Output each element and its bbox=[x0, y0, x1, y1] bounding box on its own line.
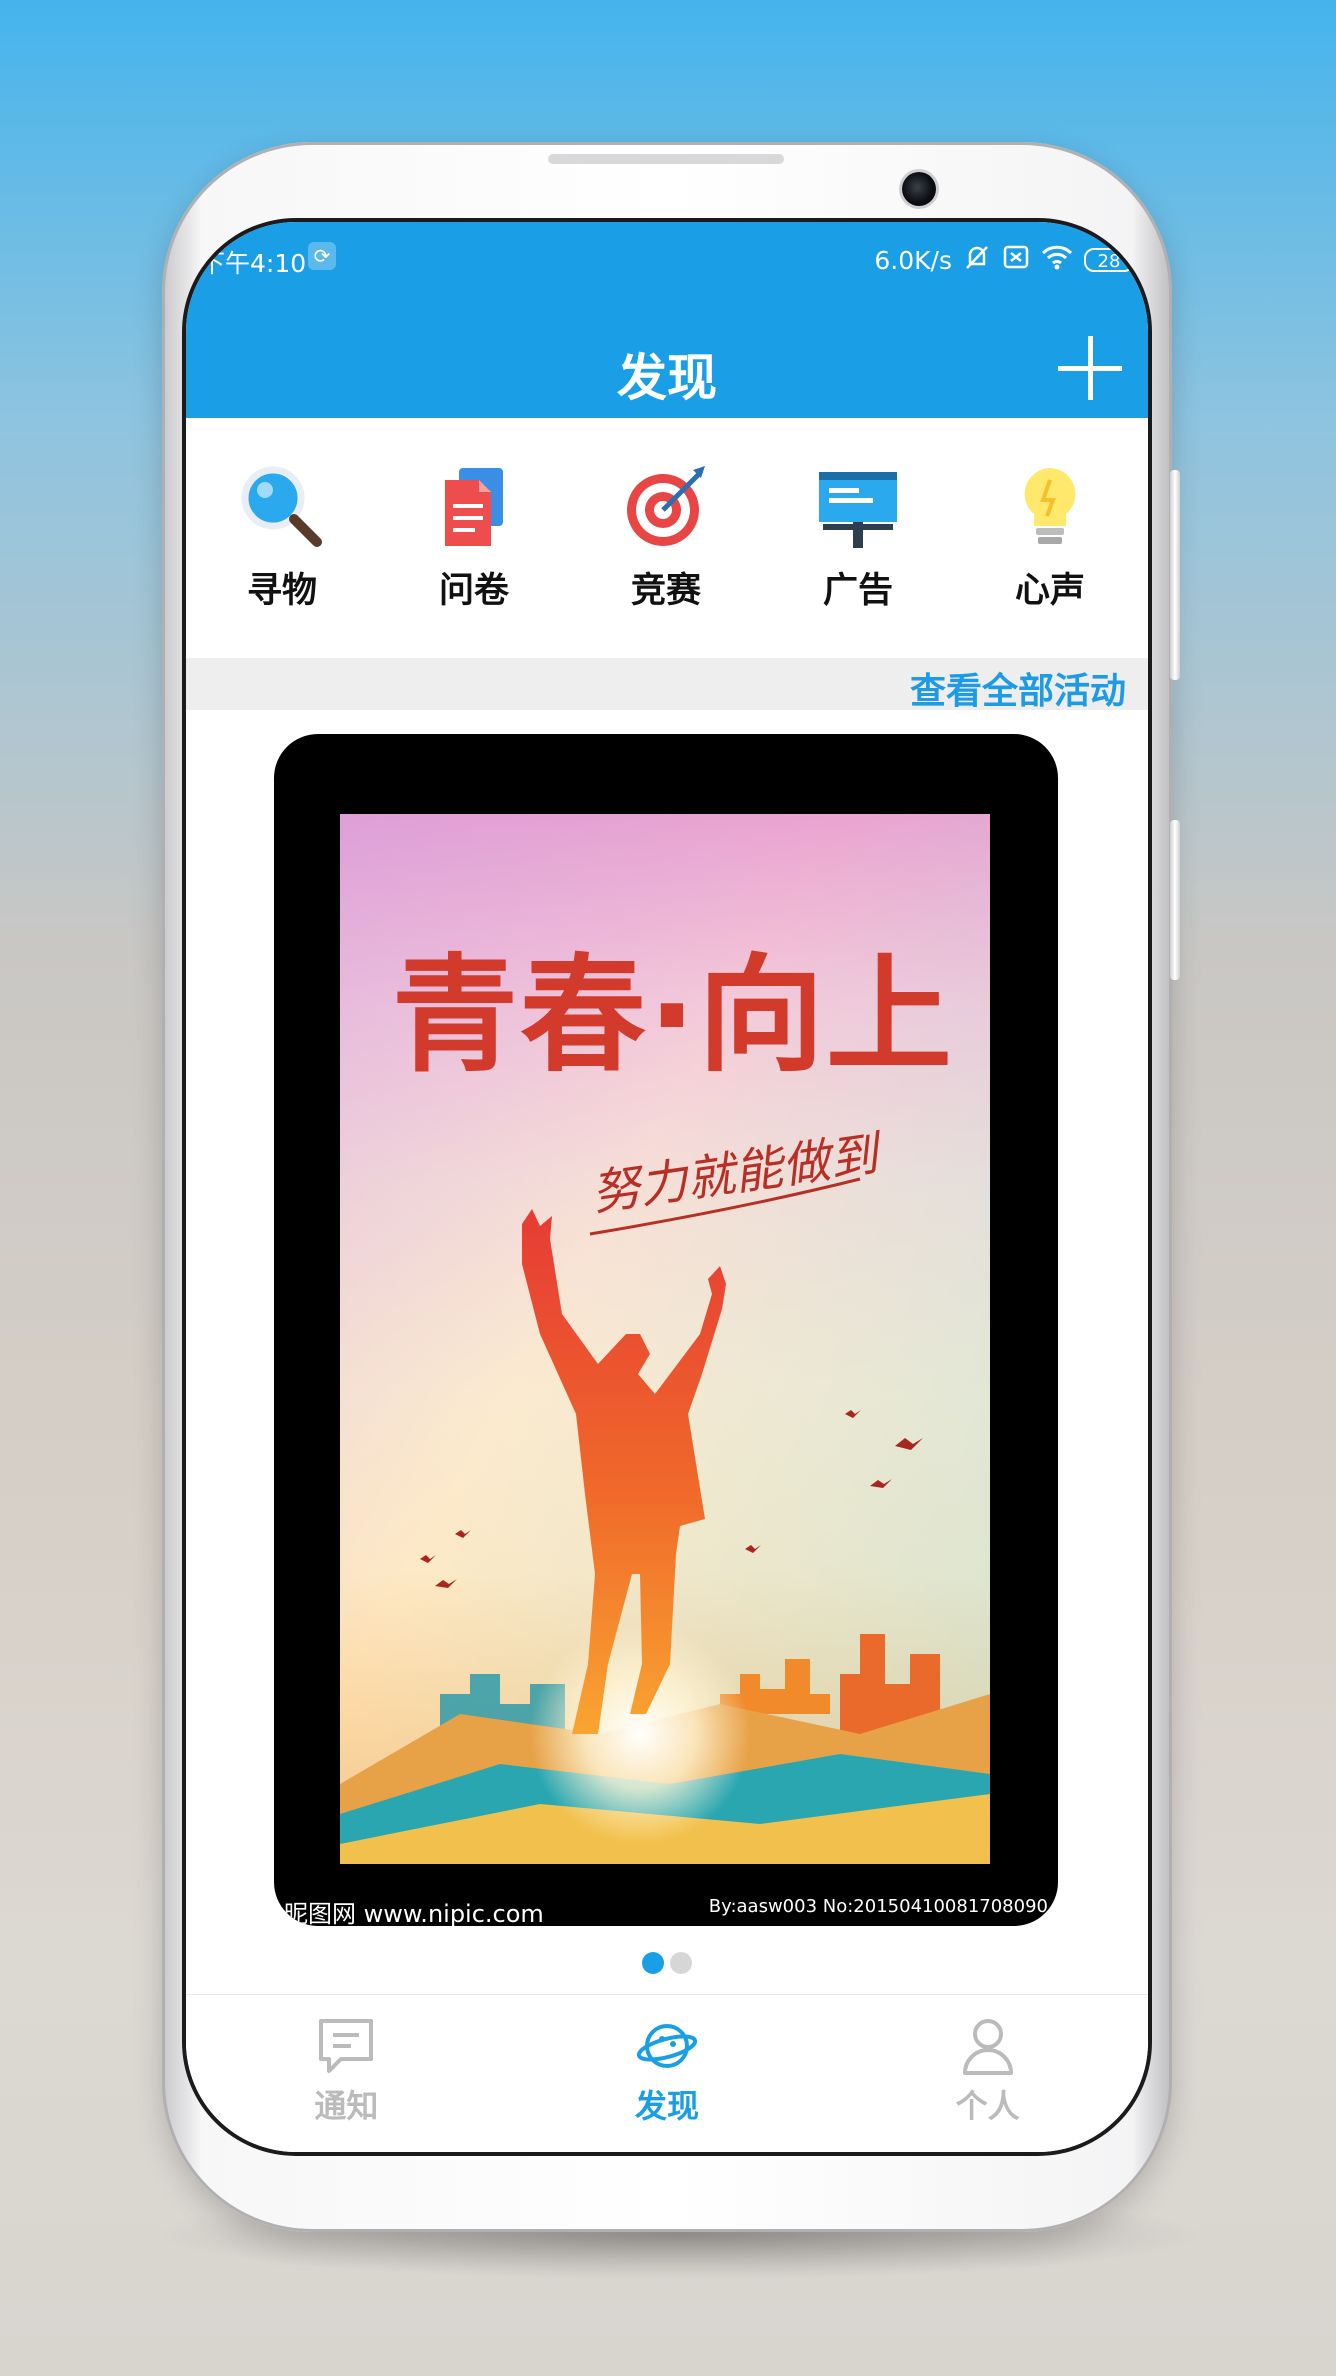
activity-banner[interactable]: 青春·向上 努力就能做到 昵图网 www.nipic.com By:aasw00… bbox=[274, 734, 1058, 1926]
tab-label: 个人 bbox=[955, 2087, 1020, 2125]
category-ads[interactable]: 广告 bbox=[762, 418, 954, 658]
earpiece-speaker bbox=[548, 154, 784, 164]
bottom-tab-bar: 通知 发现 个人 bbox=[186, 1994, 1148, 2152]
category-lost-found[interactable]: 寻物 bbox=[186, 418, 378, 658]
carousel-dot[interactable] bbox=[670, 1952, 692, 1974]
magnifier-icon bbox=[241, 466, 322, 547]
carousel-dot-active[interactable] bbox=[642, 1952, 664, 1974]
category-label: 竞赛 bbox=[630, 571, 701, 611]
network-speed: 6.0K/s bbox=[874, 245, 952, 275]
status-indicators: 6.0K/s 28 bbox=[874, 242, 1134, 278]
watermark-left: 昵图网 www.nipic.com bbox=[284, 1900, 544, 1926]
banner-poster-image: 青春·向上 努力就能做到 bbox=[340, 814, 990, 1864]
category-label: 问卷 bbox=[438, 571, 509, 611]
category-label: 寻物 bbox=[246, 571, 317, 611]
app-screen: 下午4:10 ⟳ 6.0K/s 28 发现 寻物 问卷 竞赛 广告 心声 查看全… bbox=[186, 222, 1148, 2152]
silent-icon bbox=[962, 242, 992, 278]
front-camera bbox=[902, 172, 936, 206]
planet-icon bbox=[636, 2024, 698, 2068]
tab-label: 发现 bbox=[634, 2087, 699, 2125]
tab-label: 通知 bbox=[314, 2087, 379, 2125]
wifi-icon bbox=[1040, 243, 1074, 277]
page-title: 发现 bbox=[617, 349, 717, 407]
category-survey[interactable]: 问卷 bbox=[378, 418, 570, 658]
add-icon[interactable] bbox=[1058, 336, 1122, 400]
billboard-icon bbox=[819, 472, 897, 548]
target-icon bbox=[627, 466, 705, 546]
app-header: 发现 bbox=[186, 318, 1148, 418]
user-icon bbox=[962, 2019, 1013, 2075]
category-voices[interactable]: 心声 bbox=[954, 418, 1146, 658]
message-icon bbox=[319, 2019, 374, 2073]
no-sim-icon bbox=[1002, 243, 1030, 277]
tab-profile[interactable]: 个人 bbox=[888, 1995, 1088, 2152]
category-label: 心声 bbox=[1014, 571, 1085, 611]
watermark-right: By:aasw003 No:20150410081708090 bbox=[708, 1896, 1048, 1917]
carousel-pagination bbox=[642, 1952, 692, 1974]
status-time: 下午4:10 bbox=[200, 249, 307, 278]
power-button bbox=[1170, 820, 1180, 980]
document-icon bbox=[445, 468, 503, 546]
tab-notifications[interactable]: 通知 bbox=[246, 1995, 446, 2152]
category-label: 广告 bbox=[822, 571, 893, 611]
category-competition[interactable]: 竞赛 bbox=[570, 418, 762, 658]
activities-header: 查看全部活动 bbox=[186, 658, 1148, 712]
poster-title: 青春·向上 bbox=[392, 942, 954, 1089]
status-bar: 下午4:10 ⟳ 6.0K/s 28 bbox=[186, 222, 1148, 318]
lightbulb-icon bbox=[1024, 468, 1076, 544]
sync-icon: ⟳ bbox=[308, 242, 336, 270]
view-all-activities-link[interactable]: 查看全部活动 bbox=[910, 662, 1126, 714]
battery-icon: 28 bbox=[1084, 248, 1134, 272]
tab-discover[interactable]: 发现 bbox=[567, 1995, 767, 2152]
volume-button bbox=[1170, 470, 1180, 680]
category-row: 寻物 问卷 竞赛 广告 心声 bbox=[186, 418, 1148, 658]
